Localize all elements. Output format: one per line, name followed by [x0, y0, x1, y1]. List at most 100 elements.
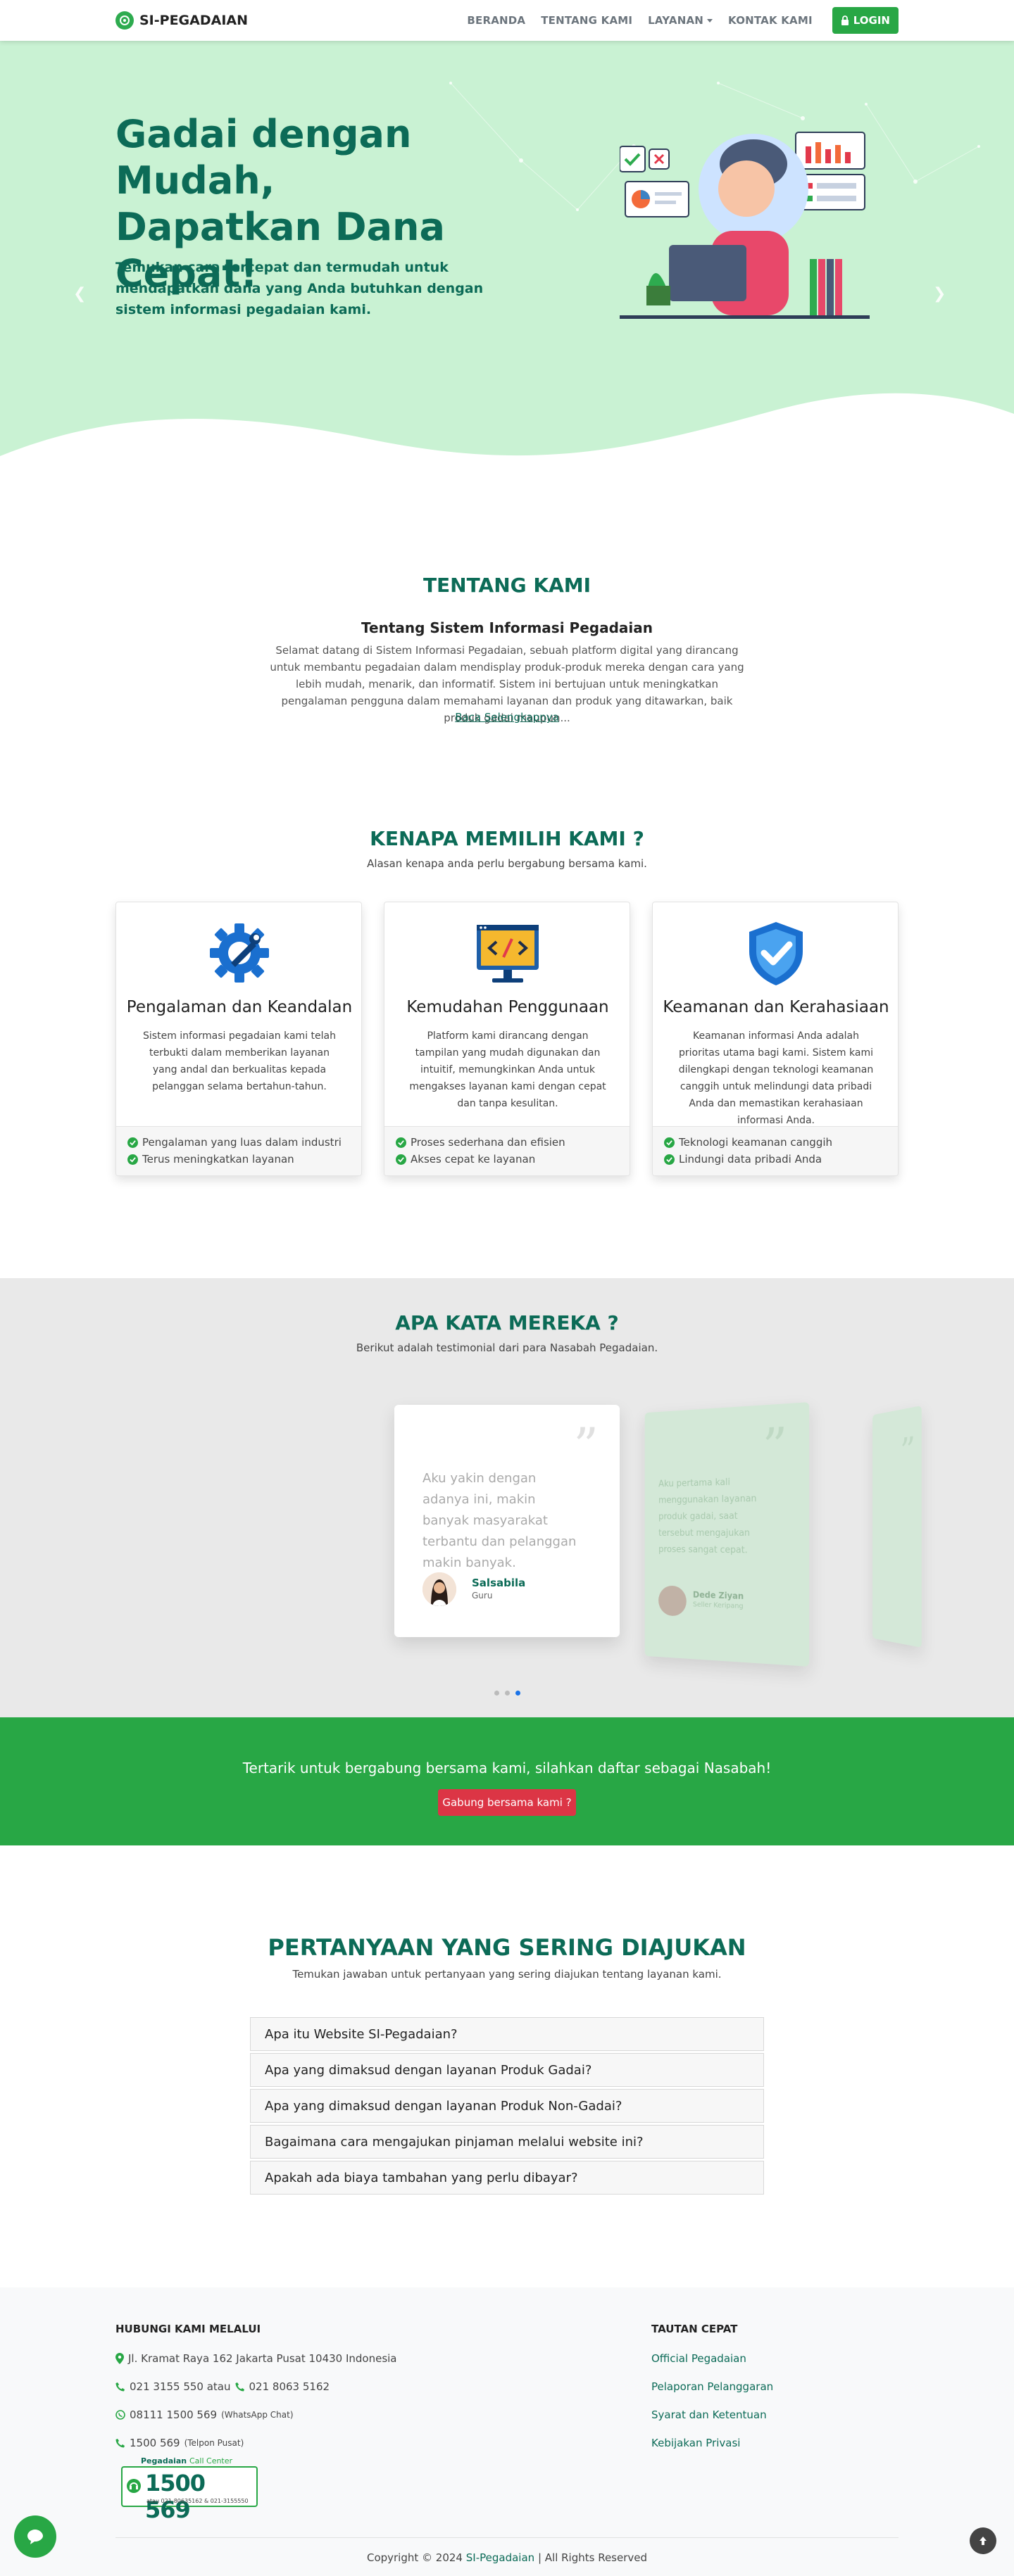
check-circle-icon [127, 1154, 138, 1165]
back-to-top-button[interactable] [970, 2527, 996, 2554]
navbar: SI-PEGADAIAN BERANDA TENTANG KAMI LAYANA… [0, 0, 1014, 41]
hero-section: ❮ ❯ Gadai dengan Mudah, Dapatkan Dana Ce… [0, 41, 1014, 498]
carousel-prev-icon[interactable]: ❮ [73, 285, 86, 303]
card-title: Keamanan dan Kerahasiaan [663, 998, 889, 1016]
contact-address: Jl. Kramat Raya 162 Jakarta Pusat 10430 … [115, 2352, 397, 2365]
nav-tentang-kami[interactable]: TENTANG KAMI [541, 14, 632, 27]
why-subtitle: Alasan kenapa anda perlu bergabung bersa… [367, 857, 647, 870]
card-description: Keamanan informasi Anda adalah prioritas… [678, 1030, 874, 1126]
carousel-next-icon[interactable]: ❯ [933, 285, 946, 303]
hotline-note: (Telpon Pusat) [184, 2438, 244, 2448]
phone-icon [115, 2382, 125, 2392]
hero-subtitle: Temukan cara tercepat dan termudah untuk… [115, 260, 484, 317]
brand-name: SI-PEGADAIAN [139, 13, 248, 28]
shield-check-icon [749, 922, 803, 985]
lock-icon [841, 15, 849, 25]
testimonials-title: APA KATA MEREKA ? [395, 1311, 619, 1334]
links-heading: TAUTAN CEPAT [651, 2323, 738, 2335]
faq-item[interactable]: Apakah ada biaya tambahan yang perlu dib… [250, 2161, 764, 2195]
faq-item[interactable]: Apa itu Website SI-Pegadaian? [250, 2017, 764, 2051]
card-point-label: Terus meningkatkan layanan [142, 1153, 294, 1166]
quote-icon: ” [762, 1416, 788, 1477]
faq-accordion: Apa itu Website SI-Pegadaian? Apa yang d… [250, 2017, 764, 2197]
read-more-link[interactable]: Baca Selengkapnya [0, 711, 1014, 724]
card-footer: Pengalaman yang luas dalam industri Teru… [116, 1126, 361, 1175]
card-point: Proses sederhana dan efisien [396, 1134, 630, 1151]
callcenter-box: 1500 569 atau 021-80635162 & 021-3155550 [121, 2466, 258, 2523]
nav-layanan-label: LAYANAN [648, 14, 704, 27]
tentang-subtitle: Tentang Sistem Informasi Pegadaian [361, 619, 653, 636]
testimonial-card-far[interactable]: ” [872, 1406, 922, 1648]
testimonial-role: Guru [472, 1591, 493, 1600]
headset-icon [127, 2479, 141, 2493]
whatsapp-number[interactable]: 08111 1500 569 [130, 2408, 217, 2421]
link-official-pegadaian[interactable]: Official Pegadaian [651, 2352, 746, 2365]
phone-1[interactable]: 021 3155 550 atau [130, 2380, 231, 2393]
card-point-label: Lindungi data pribadi Anda [679, 1153, 822, 1166]
join-button[interactable]: Gabung bersama kami ? [438, 1789, 576, 1816]
login-button[interactable]: LOGIN [832, 7, 899, 34]
carousel-dot[interactable] [504, 1691, 510, 1696]
chat-bubble-icon [27, 2530, 43, 2544]
whatsapp-note: (WhatsApp Chat) [221, 2410, 294, 2420]
testimonial-card-next[interactable]: ” Aku pertama kali menggunakan layanan p… [644, 1402, 810, 1667]
hero-wave-divider [0, 393, 1014, 498]
whatsapp-icon [115, 2410, 125, 2420]
faq-item[interactable]: Bagaimana cara mengajukan pinjaman melal… [250, 2125, 764, 2159]
quote-icon: ” [573, 1418, 599, 1475]
card-footer: Proses sederhana dan efisien Akses cepat… [384, 1126, 630, 1175]
card-point-label: Akses cepat ke layanan [411, 1153, 536, 1166]
card-point: Lindungi data pribadi Anda [664, 1151, 898, 1168]
testimonial-name: Salsabila [472, 1577, 526, 1589]
check-circle-icon [664, 1137, 675, 1148]
avatar [658, 1585, 687, 1617]
card-title: Pengalaman dan Keandalan [126, 998, 353, 1016]
link-syarat-ketentuan[interactable]: Syarat dan Ketentuan [651, 2408, 767, 2421]
pegadaian-logo-icon [115, 11, 134, 30]
copyright-prefix: Copyright © 2024 [366, 2551, 463, 2564]
chat-button[interactable] [14, 2515, 56, 2558]
phone-2[interactable]: 021 8063 5162 [249, 2380, 330, 2393]
faq-item[interactable]: Apa yang dimaksud dengan layanan Produk … [250, 2089, 764, 2123]
card-description: Sistem informasi pegadaian kami telah te… [143, 1030, 336, 1092]
cta-text: Tertarik untuk bergabung bersama kami, s… [242, 1760, 772, 1776]
card-point-label: Teknologi keamanan canggih [679, 1136, 833, 1149]
footer-divider [115, 2537, 899, 2538]
footer: HUBUNGI KAMI MELALUI Jl. Kramat Raya 162… [0, 2287, 1014, 2576]
arrow-up-icon [979, 2537, 987, 2545]
faq-item[interactable]: Apa yang dimaksud dengan layanan Produk … [250, 2053, 764, 2087]
card-point: Pengalaman yang luas dalam industri [127, 1134, 361, 1151]
faq-subtitle: Temukan jawaban untuk pertanyaan yang se… [292, 1968, 722, 1981]
link-kebijakan-privasi[interactable]: Kebijakan Privasi [651, 2437, 740, 2449]
avatar [423, 1572, 456, 1606]
callcenter-sub: Call Center [189, 2456, 233, 2465]
login-label: LOGIN [853, 14, 890, 27]
carousel-indicators [0, 1691, 1014, 1696]
testimonial-card-active[interactable]: ” Aku yakin dengan adanya ini, makin ban… [394, 1405, 620, 1637]
why-title: KENAPA MEMILIH KAMI ? [370, 827, 644, 850]
nav-layanan-dropdown[interactable]: LAYANAN [648, 14, 713, 27]
copyright-suffix: | All Rights Reserved [537, 2551, 648, 2564]
brand-link[interactable]: SI-PEGADAIAN [115, 11, 248, 30]
nav-kontak-kami[interactable]: KONTAK KAMI [728, 14, 813, 27]
nav-beranda[interactable]: BERANDA [467, 14, 525, 27]
carousel-dot-active[interactable] [515, 1691, 520, 1696]
testimonial-name: Dede Ziyan [692, 1589, 744, 1601]
carousel-dot[interactable] [494, 1691, 499, 1696]
faq-title: PERTANYAAN YANG SERING DIAJUKAN [268, 1934, 746, 1961]
testimonial-quote: Aku yakin dengan adanya ini, makin banya… [423, 1471, 577, 1570]
link-pelaporan-pelanggaran[interactable]: Pelaporan Pelanggaran [651, 2380, 773, 2393]
chevron-down-icon [707, 19, 713, 23]
card-point-label: Proses sederhana dan efisien [411, 1136, 565, 1149]
feature-card-pengalaman: Pengalaman dan Keandalan Sistem informas… [115, 902, 362, 1176]
contact-heading: HUBUNGI KAMI MELALUI [115, 2323, 261, 2335]
map-pin-icon [115, 2353, 124, 2364]
card-point: Akses cepat ke layanan [396, 1151, 630, 1168]
monitor-code-icon [477, 925, 539, 983]
contact-phone: 021 3155 550 atau 021 8063 5162 [115, 2380, 330, 2393]
copyright-brand-link[interactable]: SI-Pegadaian [466, 2551, 534, 2564]
card-point: Teknologi keamanan canggih [664, 1134, 898, 1151]
card-point: Terus meningkatkan layanan [127, 1151, 361, 1168]
hotline-number[interactable]: 1500 569 [130, 2437, 180, 2449]
contact-whatsapp: 08111 1500 569 (WhatsApp Chat) [115, 2408, 294, 2421]
